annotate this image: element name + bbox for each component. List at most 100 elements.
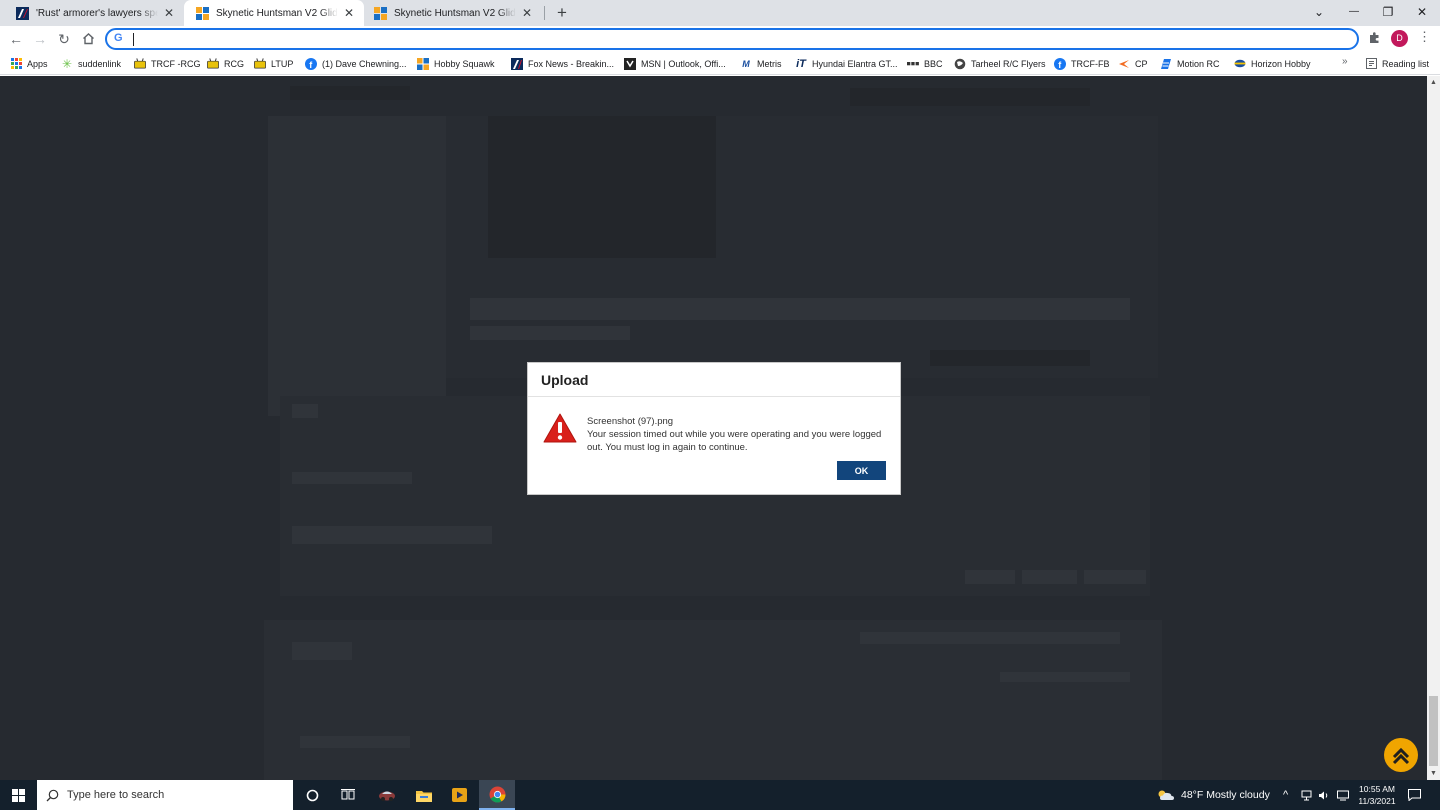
back-to-top-button[interactable] (1384, 738, 1418, 772)
task-view-icon (341, 789, 355, 800)
file-explorer-button[interactable] (410, 780, 438, 810)
reload-icon[interactable]: ↻ (54, 29, 74, 49)
bookmark-label: TRCF-FB (1071, 58, 1110, 69)
menu-kebab-icon[interactable]: ⋮ (1418, 29, 1431, 45)
back-icon[interactable]: ← (6, 29, 26, 49)
close-icon[interactable]: ✕ (342, 6, 356, 20)
bookmark-hyundai[interactable]: iT Hyundai Elantra GT... (795, 56, 898, 71)
bookmark-rcg[interactable]: RCG (207, 56, 244, 71)
taskbar-clock[interactable]: 10:55 AM 11/3/2021 (1356, 783, 1398, 807)
address-input[interactable] (131, 31, 1331, 47)
tray-volume-icon[interactable] (1318, 780, 1330, 810)
tab-skynetic-active[interactable]: Skynetic Huntsman V2 Glider - H ✕ (184, 0, 364, 26)
bookmarks-overflow-button[interactable]: » (1342, 56, 1348, 67)
restore-button[interactable]: ❐ (1371, 0, 1405, 26)
bookmark-trcf-fb[interactable]: f TRCF-FB (1054, 56, 1110, 71)
page-scrollbar[interactable]: ▲ ▼ (1427, 76, 1440, 780)
extensions-puzzle-icon[interactable] (1368, 31, 1381, 47)
bookmark-label: Apps (27, 58, 48, 69)
horizon-icon (1234, 58, 1246, 70)
close-icon[interactable]: ✕ (520, 6, 534, 20)
session-timeout-text: Your session timed out while you were op… (587, 429, 882, 453)
bookmark-label: suddenlink (78, 58, 122, 69)
forward-icon[interactable]: → (30, 29, 50, 49)
tab-title: Skynetic Huntsman V2 Glider - H (394, 7, 516, 19)
address-bar[interactable]: G (105, 28, 1359, 50)
cortana-button[interactable] (300, 780, 324, 810)
close-window-button[interactable]: ✕ (1405, 0, 1439, 26)
taskbar-app-weather-car[interactable] (373, 780, 401, 810)
task-view-button[interactable] (336, 780, 360, 810)
dimmed-text-line (300, 736, 410, 748)
bookmark-label: TRCF -RCG (151, 58, 201, 69)
bookmark-msn[interactable]: MSN | Outlook, Offi... (624, 56, 726, 71)
bookmark-label: Hyundai Elantra GT... (812, 58, 898, 69)
facebook-icon: f (1054, 57, 1066, 70)
globe-icon (954, 58, 966, 70)
chrome-taskbar-button[interactable] (479, 780, 515, 810)
chrome-icon (489, 786, 505, 802)
bookmark-bbc[interactable]: BBC (907, 56, 943, 71)
scroll-down-icon[interactable]: ▼ (1427, 767, 1440, 780)
bookmark-apps[interactable]: Apps (10, 56, 48, 71)
tab-skynetic[interactable]: Skynetic Huntsman V2 Glider - H ✕ (362, 0, 542, 26)
bookmark-trcf-rcg[interactable]: TRCF -RCG (134, 56, 201, 71)
bookmark-ltup[interactable]: LTUP (254, 56, 293, 71)
bookmark-label: Horizon Hobby (1251, 58, 1311, 69)
scroll-up-icon[interactable]: ▲ (1427, 76, 1440, 89)
bookmark-metris[interactable]: M Metris (740, 56, 782, 71)
foxnews-icon (511, 57, 523, 70)
bookmark-facebook-dave[interactable]: f (1) Dave Chewning... (305, 56, 407, 71)
tab-rust-news[interactable]: 'Rust' armorer's lawyers speculate ✕ (4, 0, 184, 26)
tab-title: 'Rust' armorer's lawyers speculate (36, 7, 158, 19)
tray-show-hidden-icon[interactable]: ^ (1283, 780, 1288, 810)
bookmark-motion-rc[interactable]: Motion RC (1160, 56, 1220, 71)
ok-button[interactable]: OK (837, 461, 886, 480)
windows-taskbar: Type here to search 48°F Mostly cloudy ^… (0, 780, 1440, 810)
cloudy-weather-icon (1158, 790, 1174, 800)
bookmark-tarheel-rc[interactable]: Tarheel R/C Flyers (954, 56, 1046, 71)
bookmark-cp[interactable]: CP (1118, 56, 1148, 71)
dimmed-text-line (292, 404, 318, 418)
folder-icon (416, 790, 432, 802)
taskbar-search-box[interactable]: Type here to search (37, 780, 293, 810)
notifications-button[interactable] (1408, 780, 1421, 810)
tray-network-icon[interactable] (1301, 780, 1312, 810)
weather-widget[interactable]: 48°F Mostly cloudy (1157, 780, 1270, 810)
bookmark-label: CP (1135, 58, 1148, 69)
windows-start-button[interactable] (0, 780, 36, 810)
apps-grid-icon (10, 58, 22, 70)
facebook-icon: f (305, 57, 317, 70)
news-favicon (16, 6, 29, 20)
rcg-icon (254, 58, 266, 70)
bookmark-label: Hobby Squawk (434, 58, 495, 69)
new-tab-button[interactable]: + (553, 3, 571, 23)
home-icon[interactable] (78, 29, 98, 49)
profile-avatar[interactable]: D (1391, 30, 1408, 47)
suddenlink-icon: ✳ (61, 56, 73, 71)
minimize-button[interactable]: — (1337, 0, 1371, 26)
bookmark-label: Metris (757, 58, 782, 69)
dialog-title: Upload (528, 363, 900, 397)
close-icon[interactable]: ✕ (162, 6, 176, 20)
dimmed-page-block (930, 350, 1090, 366)
dialog-body: Screenshot (97).png Your session timed o… (528, 397, 900, 495)
scroll-thumb[interactable] (1429, 696, 1438, 766)
reading-list-button[interactable]: Reading list (1365, 56, 1429, 71)
tray-display-icon[interactable] (1337, 780, 1349, 810)
search-placeholder: Type here to search (67, 789, 165, 801)
bookmark-horizon-hobby[interactable]: Horizon Hobby (1234, 56, 1311, 71)
reading-list-icon (1365, 58, 1377, 70)
clock-time: 10:55 AM (1359, 784, 1395, 794)
bookmark-fox-news[interactable]: Fox News - Breakin... (511, 56, 614, 71)
media-player-button[interactable] (445, 780, 473, 810)
bookmark-label: RCG (224, 58, 244, 69)
weather-text: 48°F Mostly cloudy (1181, 789, 1270, 801)
bookmark-label: Reading list (1382, 58, 1430, 69)
bookmark-suddenlink[interactable]: ✳ suddenlink (61, 56, 121, 71)
bookmark-label: Motion RC (1177, 58, 1220, 69)
dimmed-footer-panel (264, 620, 1162, 780)
search-icon (46, 789, 59, 801)
tab-search-button[interactable]: ⌄ (1302, 0, 1336, 26)
bookmark-hobby-squawk[interactable]: Hobby Squawk (417, 56, 495, 71)
